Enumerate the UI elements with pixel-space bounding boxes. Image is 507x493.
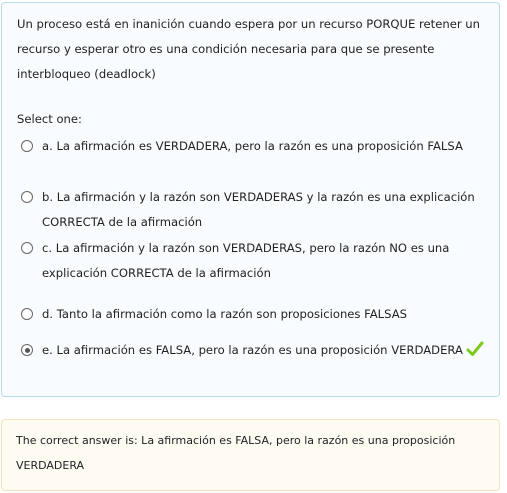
option-label: a. La afirmación es VERDADERA, pero la r… [42, 139, 463, 153]
radio-button[interactable] [21, 242, 33, 254]
option-label: c. La afirmación y la razón son VERDADER… [42, 241, 450, 280]
check-icon [466, 341, 484, 366]
feedback-box: The correct answer is: La afirmación es … [1, 419, 500, 491]
option-label-wrap: e. La afirmación es FALSA, pero la razón… [42, 338, 491, 366]
option-label: b. La afirmación y la razón son VERDADER… [42, 190, 475, 229]
option-b[interactable]: b. La afirmación y la razón son VERDADER… [21, 185, 491, 234]
radio-button[interactable] [21, 308, 33, 320]
select-prompt: Select one: [17, 112, 82, 126]
option-a[interactable]: a. La afirmación es VERDADERA, pero la r… [21, 134, 491, 159]
option-d[interactable]: d. Tanto la afirmación como la razón son… [21, 302, 491, 327]
option-c[interactable]: c. La afirmación y la razón son VERDADER… [21, 236, 491, 285]
option-label: e. La afirmación es FALSA, pero la razón… [42, 343, 463, 357]
option-e[interactable]: e. La afirmación es FALSA, pero la razón… [21, 338, 491, 366]
radio-button[interactable] [21, 140, 33, 152]
radio-button[interactable] [21, 191, 33, 203]
correct-answer-text: The correct answer is: La afirmación es … [16, 434, 456, 472]
radio-button-selected[interactable] [21, 344, 33, 356]
option-label: d. Tanto la afirmación como la razón son… [42, 307, 408, 321]
question-text: Un proceso está en inanición cuando espe… [17, 17, 480, 81]
question-box: Un proceso está en inanición cuando espe… [1, 2, 500, 397]
